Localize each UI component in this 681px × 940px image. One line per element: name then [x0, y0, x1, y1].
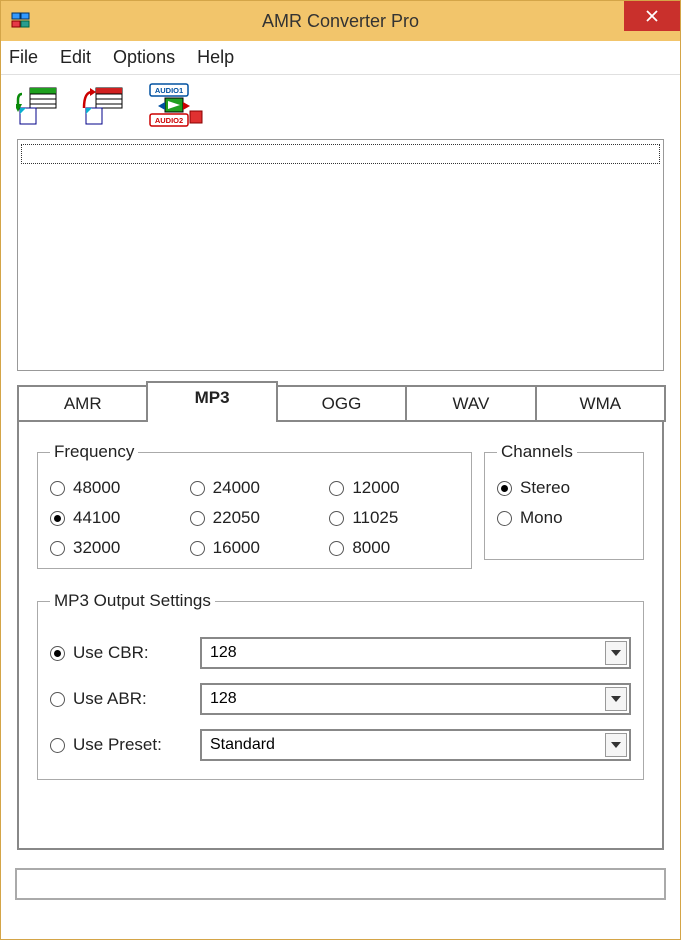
tab-ogg[interactable]: OGG — [276, 385, 407, 422]
channel-label: Mono — [520, 508, 563, 528]
title-bar: AMR Converter Pro — [1, 1, 680, 41]
radio-dot-icon — [50, 511, 65, 526]
tab-wma[interactable]: WMA — [535, 385, 666, 422]
chevron-down-icon — [605, 641, 627, 665]
close-button[interactable] — [624, 1, 680, 31]
output-settings-group: MP3 Output Settings Use CBR: 128 Use ABR… — [37, 591, 644, 780]
frequency-label: 48000 — [73, 478, 120, 498]
frequency-legend: Frequency — [50, 442, 138, 462]
menu-options[interactable]: Options — [113, 47, 175, 68]
preset-value: Standard — [210, 736, 275, 754]
chevron-down-icon — [605, 687, 627, 711]
tab-wav[interactable]: WAV — [405, 385, 536, 422]
radio-frequency-44100[interactable]: 44100 — [50, 508, 180, 528]
add-files-button[interactable] — [15, 83, 61, 129]
cbr-value: 128 — [210, 644, 237, 662]
convert-audio-icon: AUDIO1 AUDIO2 — [148, 83, 208, 129]
radio-dot-icon — [329, 481, 344, 496]
radio-frequency-12000[interactable]: 12000 — [329, 478, 459, 498]
radio-frequency-22050[interactable]: 22050 — [190, 508, 320, 528]
menu-bar: File Edit Options Help — [1, 41, 680, 75]
radio-dot-icon — [50, 692, 65, 707]
radio-dot-icon — [497, 511, 512, 526]
radio-dot-icon — [497, 481, 512, 496]
radio-dot-icon — [190, 541, 205, 556]
channel-label: Stereo — [520, 478, 570, 498]
radio-use-preset[interactable]: Use Preset: — [50, 735, 200, 755]
radio-use-cbr[interactable]: Use CBR: — [50, 643, 200, 663]
frequency-label: 12000 — [352, 478, 399, 498]
remove-files-icon — [82, 84, 126, 128]
radio-dot-icon — [50, 541, 65, 556]
file-list[interactable] — [17, 139, 664, 371]
radio-dot-icon — [329, 511, 344, 526]
file-list-header — [21, 144, 660, 164]
radio-frequency-8000[interactable]: 8000 — [329, 538, 459, 558]
frequency-label: 8000 — [352, 538, 390, 558]
menu-help[interactable]: Help — [197, 47, 234, 68]
abr-combo[interactable]: 128 — [200, 683, 631, 715]
radio-frequency-16000[interactable]: 16000 — [190, 538, 320, 558]
svg-text:AUDIO2: AUDIO2 — [155, 116, 183, 125]
preset-label: Use Preset: — [73, 735, 162, 755]
radio-use-abr[interactable]: Use ABR: — [50, 689, 200, 709]
abr-value: 128 — [210, 690, 237, 708]
channels-group: Channels Stereo Mono — [484, 442, 644, 560]
radio-dot-icon — [50, 738, 65, 753]
preset-combo[interactable]: Standard — [200, 729, 631, 761]
tab-mp3[interactable]: MP3 — [146, 381, 277, 422]
window-title: AMR Converter Pro — [262, 11, 419, 32]
app-icon — [11, 11, 31, 31]
cbr-label: Use CBR: — [73, 643, 149, 663]
frequency-label: 44100 — [73, 508, 120, 528]
status-bar — [15, 868, 666, 900]
radio-dot-icon — [190, 481, 205, 496]
radio-dot-icon — [50, 646, 65, 661]
frequency-label: 22050 — [213, 508, 260, 528]
frequency-label: 24000 — [213, 478, 260, 498]
remove-files-button[interactable] — [81, 83, 127, 129]
radio-channel-mono[interactable]: Mono — [497, 508, 631, 528]
tab-strip: AMR MP3 OGG WAV WMA — [17, 385, 664, 422]
convert-button[interactable]: AUDIO1 AUDIO2 — [147, 83, 209, 129]
toolbar: AUDIO1 AUDIO2 — [1, 75, 680, 139]
radio-frequency-11025[interactable]: 11025 — [329, 508, 459, 528]
channels-legend: Channels — [497, 442, 577, 462]
menu-file[interactable]: File — [9, 47, 38, 68]
radio-dot-icon — [190, 511, 205, 526]
frequency-label: 11025 — [352, 508, 398, 528]
tab-panel-mp3: Frequency 48000 24000 12000 44100 22050 11025… — [17, 420, 664, 850]
radio-channel-stereo[interactable]: Stereo — [497, 478, 631, 498]
frequency-group: Frequency 48000 24000 12000 44100 22050 11025… — [37, 442, 472, 569]
output-legend: MP3 Output Settings — [50, 591, 215, 611]
frequency-label: 16000 — [213, 538, 260, 558]
radio-frequency-24000[interactable]: 24000 — [190, 478, 320, 498]
abr-label: Use ABR: — [73, 689, 147, 709]
svg-text:AUDIO1: AUDIO1 — [155, 86, 183, 95]
radio-frequency-48000[interactable]: 48000 — [50, 478, 180, 498]
add-files-icon — [16, 84, 60, 128]
cbr-combo[interactable]: 128 — [200, 637, 631, 669]
radio-frequency-32000[interactable]: 32000 — [50, 538, 180, 558]
radio-dot-icon — [329, 541, 344, 556]
menu-edit[interactable]: Edit — [60, 47, 91, 68]
tab-amr[interactable]: AMR — [17, 385, 148, 422]
chevron-down-icon — [605, 733, 627, 757]
radio-dot-icon — [50, 481, 65, 496]
frequency-label: 32000 — [73, 538, 120, 558]
